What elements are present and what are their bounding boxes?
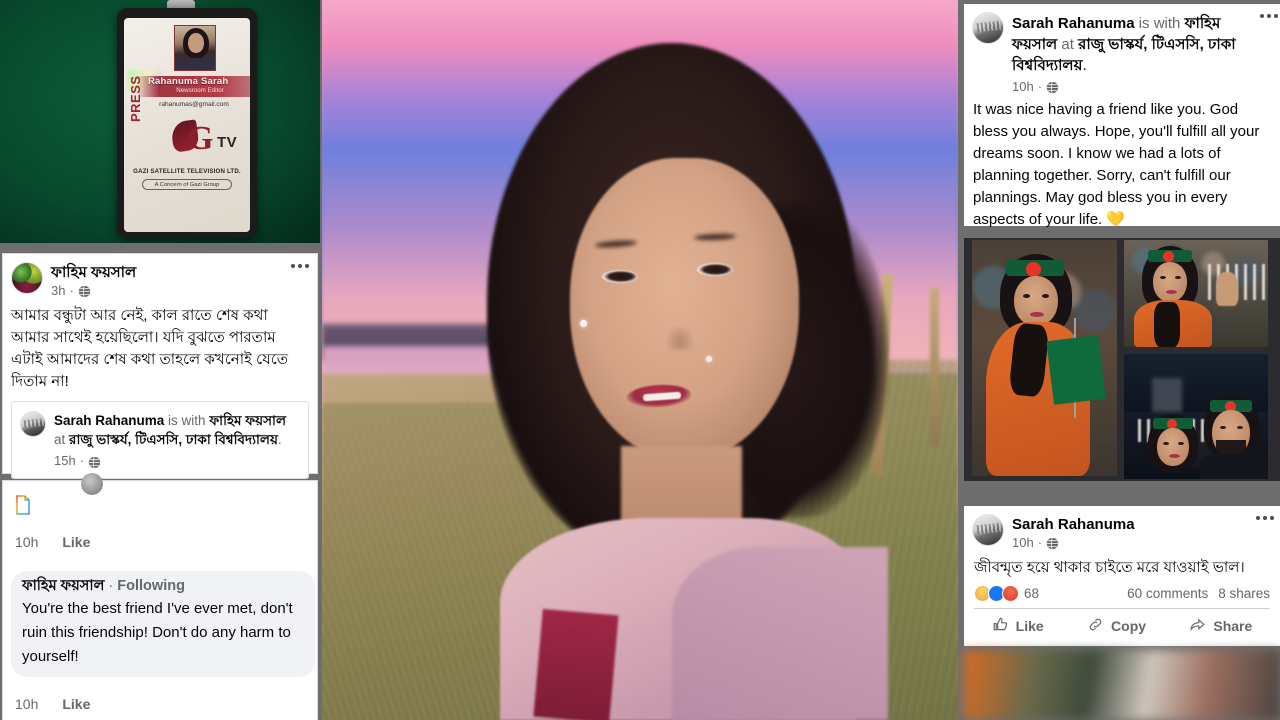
at-label: at	[1057, 36, 1079, 53]
comment-like-button[interactable]: Like	[62, 696, 90, 712]
post-stats-row: 68 60 comments 8 shares	[964, 583, 1280, 608]
id-concern-line: A Concern of Gazi Group	[142, 179, 232, 190]
press-id-card-photo: Rahanuma Sarah Newsroom Editor rahanumas…	[0, 0, 320, 243]
id-holder-name: Rahanuma Sarah	[148, 76, 229, 87]
post-options-button[interactable]	[291, 264, 309, 268]
avatar[interactable]	[972, 12, 1004, 44]
share-arrow-icon	[1189, 616, 1206, 636]
collage-photo-3[interactable]	[1124, 354, 1268, 479]
copy-button-label: Copy	[1111, 618, 1147, 634]
angry-reaction-icon	[1002, 585, 1019, 602]
left-post-card: ফাহিম ফয়সাল 3h · আমার বন্ধুটা আর নেই, ক…	[2, 253, 318, 479]
gtv-logo-icon: G TV	[169, 119, 250, 162]
reactions-group[interactable]: 68	[974, 585, 1039, 602]
right-bottom-post-card: Sarah Rahanuma 10h · জীবন্মৃত হয়ে থাকার…	[964, 506, 1280, 646]
post-header: ফাহিম ফয়সাল 3h ·	[3, 254, 317, 299]
comment-bubble: ফাহিম ফয়সাল · Following You're the best…	[11, 571, 315, 677]
shared-post-preview[interactable]: Sarah Rahanuma is with ফাহিম ফয়সাল at র…	[11, 401, 309, 479]
globe-icon	[1046, 81, 1059, 94]
post-timestamp[interactable]: 10h	[1012, 535, 1034, 551]
sticker-attachment-icon[interactable]	[15, 495, 31, 515]
post-body-text: It was nice having a friend like you. Go…	[973, 101, 1260, 228]
photo-collage[interactable]	[964, 238, 1280, 481]
comment-like-button[interactable]: Like	[62, 534, 90, 550]
id-badge: Rahanuma Sarah Newsroom Editor rahanumas…	[117, 8, 257, 238]
comment-author-name[interactable]: ফাহিম ফয়সাল	[22, 578, 104, 594]
post-header: Sarah Rahanuma 10h ·	[964, 506, 1280, 551]
shared-author-name[interactable]: Sarah Rahanuma	[54, 413, 164, 428]
copy-button[interactable]: Copy	[1087, 616, 1146, 636]
comment-following-badge: Following	[117, 578, 185, 594]
avatar[interactable]	[972, 514, 1004, 546]
comment-text: You're the best friend I've ever met, do…	[22, 600, 293, 665]
post-head-period: .	[1082, 57, 1087, 74]
post-options-button[interactable]	[1260, 14, 1278, 18]
screenshot-root: Rahanuma Sarah Newsroom Editor rahanumas…	[0, 0, 1280, 720]
comment-timestamp[interactable]: 10h	[15, 696, 38, 712]
shared-post-timestamp[interactable]: 15h	[54, 453, 76, 469]
left-comments-card: 10h Like ফাহিম ফয়সাল · Following You're…	[2, 473, 318, 720]
shared-tagged-name[interactable]: ফাহিম ফয়সাল	[209, 413, 286, 428]
shared-post-avatar[interactable]	[20, 411, 46, 437]
reaction-count[interactable]: 68	[1024, 586, 1039, 601]
comment-timestamp[interactable]: 10h	[15, 534, 38, 550]
id-portrait-photo	[174, 25, 216, 71]
share-button[interactable]: Share	[1189, 616, 1252, 636]
globe-icon	[88, 455, 101, 468]
shares-count[interactable]: 8 shares	[1218, 586, 1270, 601]
post-options-button[interactable]	[1256, 516, 1274, 520]
share-button-label: Share	[1213, 618, 1253, 634]
post-timestamp[interactable]: 10h	[1012, 79, 1034, 95]
post-header: Sarah Rahanuma is with ফাহিম ফয়সাল at র…	[964, 4, 1280, 95]
meta-separator: ·	[1037, 79, 1043, 94]
is-with-label: is with	[1134, 15, 1185, 32]
post-actions-bar: Like Copy Share	[964, 609, 1280, 642]
gtv-logo-g: G	[187, 120, 214, 157]
center-portrait-photo	[322, 0, 958, 720]
right-column: Sarah Rahanuma is with ফাহিম ফয়সাল at র…	[960, 0, 1280, 720]
thumbs-up-icon	[992, 616, 1009, 636]
globe-icon	[1046, 537, 1059, 550]
like-button-label: Like	[1015, 618, 1044, 634]
post-author-name[interactable]: Sarah Rahanuma	[1012, 15, 1135, 32]
collage-photo-1[interactable]	[972, 240, 1117, 476]
post-body-text: জীবন্মৃত হয়ে থাকার চাইতে মরে যাওয়াই ভা…	[974, 559, 1245, 576]
partial-photo-below	[964, 650, 1280, 720]
meta-separator: ·	[69, 283, 74, 298]
avatar[interactable]	[11, 262, 43, 294]
id-holder-email: rahanumas@gmail.com	[159, 101, 229, 108]
meta-separator: ·	[1037, 535, 1043, 550]
comment-name-separator: ·	[108, 578, 114, 594]
like-button[interactable]: Like	[992, 616, 1044, 636]
comment-actions-row-1: 10h Like	[15, 534, 215, 550]
shared-is-with-label: is with	[164, 413, 210, 428]
comment-actions-row-2: 10h Like	[15, 696, 215, 712]
right-post-card: Sarah Rahanuma is with ফাহিম ফয়সাল at র…	[964, 4, 1280, 257]
globe-icon	[78, 285, 91, 298]
post-body-text: আমার বন্ধুটা আর নেই, কাল রাতে শেষ কথা আম…	[11, 307, 289, 390]
shared-period: .	[277, 432, 282, 447]
shared-meta-separator: ·	[79, 453, 85, 468]
commenter-avatar[interactable]	[81, 473, 103, 495]
comments-count[interactable]: 60 comments	[1127, 586, 1208, 601]
left-column: Rahanuma Sarah Newsroom Editor rahanumas…	[0, 0, 320, 720]
id-press-label: PRESS	[128, 75, 143, 122]
post-timestamp[interactable]: 3h	[51, 283, 65, 299]
post-author-name[interactable]: ফাহিম ফয়সাল	[51, 263, 307, 282]
shared-at-label: at	[54, 432, 70, 447]
collage-photo-2[interactable]	[1124, 240, 1268, 347]
id-company-name: GAZI SATELLITE TELEVISION LTD.	[133, 168, 241, 175]
post-author-name[interactable]: Sarah Rahanuma	[1012, 515, 1270, 534]
gtv-logo-tv: TV	[217, 134, 238, 151]
link-icon	[1087, 616, 1104, 636]
shared-place-name[interactable]: রাজু ভাস্কর্য, টিএসসি, ঢাকা বিশ্ববিদ্যাল…	[69, 432, 278, 447]
id-holder-role: Newsroom Editor	[176, 87, 224, 94]
